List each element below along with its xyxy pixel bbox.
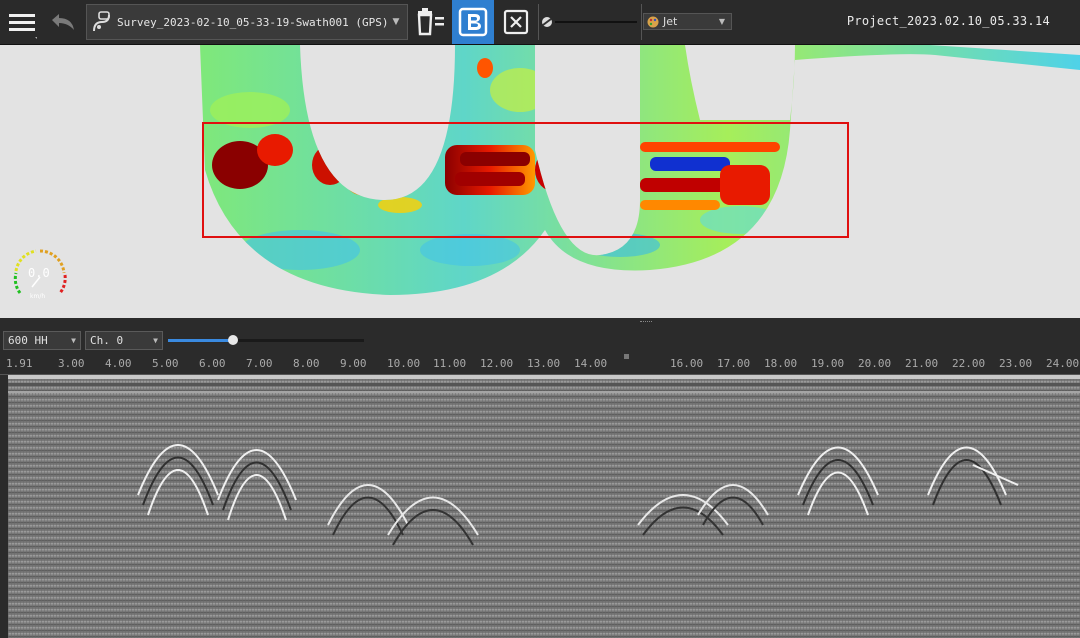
speed-unit: km/h bbox=[30, 293, 46, 300]
chevron-down-icon: ▼ bbox=[718, 17, 725, 26]
ruler-tick-label: 22.00 bbox=[952, 357, 986, 370]
separator bbox=[538, 4, 539, 40]
gain-slider[interactable] bbox=[168, 335, 364, 345]
ruler-tick-label: 19.00 bbox=[811, 357, 845, 370]
b-scan-icon bbox=[458, 7, 488, 37]
ruler-tick-label: 13.00 bbox=[527, 357, 561, 370]
chevron-down-icon: ▼ bbox=[71, 336, 76, 345]
radar-controls: 600 HH ▼ Ch. 0 ▼ bbox=[0, 327, 1080, 353]
distance-ruler: 1.91 3.00 4.00 5.00 6.00 7.00 8.00 9.00 10.00 11.… bbox=[0, 353, 1080, 375]
ruler-tick-label: 7.00 bbox=[246, 357, 273, 370]
ruler-tick-label: 5.00 bbox=[152, 357, 179, 370]
ruler-tick-label: 1.91 bbox=[6, 357, 33, 370]
radargram-image bbox=[8, 375, 1080, 638]
ruler-tick-label: 16.00 bbox=[670, 357, 704, 370]
map-view[interactable]: 0.0 km/h bbox=[0, 45, 1080, 318]
ruler-tick-label: 8.00 bbox=[293, 357, 320, 370]
close-box-icon bbox=[503, 9, 529, 35]
ruler-tick-label: 18.00 bbox=[764, 357, 798, 370]
delete-button[interactable] bbox=[412, 0, 448, 44]
ruler-tick-label: 9.00 bbox=[340, 357, 367, 370]
ruler-tick-label: 3.00 bbox=[58, 357, 85, 370]
survey-name: Survey_2023-02-10_05-33-19-Swath001 (GPS… bbox=[117, 15, 389, 29]
depth-slice-map bbox=[200, 45, 1080, 295]
panel-splitter[interactable] bbox=[0, 318, 1080, 327]
undo-button[interactable] bbox=[44, 0, 82, 44]
close-swath-button[interactable] bbox=[498, 0, 534, 44]
chevron-down-icon: ▼ bbox=[153, 336, 158, 345]
ruler-tick-label: 4.00 bbox=[105, 357, 132, 370]
colormap-selector[interactable]: Jet ▼ bbox=[643, 13, 732, 30]
gain-slider-fill bbox=[168, 339, 233, 342]
ruler-tick-label: 23.00 bbox=[999, 357, 1033, 370]
ruler-tick-label: 6.00 bbox=[199, 357, 226, 370]
ruler-tick-label: 12.00 bbox=[480, 357, 514, 370]
separator bbox=[641, 4, 642, 40]
frequency-label: 600 HH bbox=[8, 334, 48, 347]
chevron-down-icon: ▼ bbox=[392, 17, 400, 27]
speed-value: 0.0 bbox=[28, 266, 50, 280]
contrast-slider[interactable] bbox=[540, 0, 640, 44]
frequency-select[interactable]: 600 HH ▼ bbox=[3, 331, 81, 350]
ruler-tick-label: 10.00 bbox=[387, 357, 421, 370]
toolbar: Survey_2023-02-10_05-33-19-Swath001 (GPS… bbox=[0, 0, 1080, 45]
channel-select[interactable]: Ch. 0 ▼ bbox=[85, 331, 163, 350]
ruler-tick-label: 24.00 bbox=[1046, 357, 1080, 370]
ruler-tick-label: 14.00 bbox=[574, 357, 608, 370]
project-title: Project_2023.02.10_05.33.14 bbox=[846, 14, 1050, 28]
ruler-tick-label: 11.00 bbox=[433, 357, 467, 370]
hamburger-menu-icon bbox=[9, 14, 37, 39]
ruler-tick-label: 20.00 bbox=[858, 357, 892, 370]
channel-label: Ch. 0 bbox=[90, 334, 124, 347]
trash-list-icon bbox=[417, 8, 444, 36]
ruler-tick-label: 21.00 bbox=[905, 357, 939, 370]
ruler-marker[interactable] bbox=[624, 354, 629, 359]
survey-path-icon bbox=[93, 11, 110, 32]
colormap-label: Jet bbox=[663, 15, 678, 28]
undo-icon bbox=[52, 14, 74, 30]
ruler-tick-label: 17.00 bbox=[717, 357, 751, 370]
contrast-slider-track bbox=[542, 17, 637, 27]
radargram-view[interactable] bbox=[8, 375, 1080, 638]
b-mode-button[interactable] bbox=[452, 0, 494, 44]
menu-button[interactable] bbox=[4, 0, 40, 44]
gain-slider-knob[interactable] bbox=[227, 335, 238, 345]
survey-selector[interactable]: Survey_2023-02-10_05-33-19-Swath001 (GPS… bbox=[86, 4, 408, 40]
palette-icon bbox=[647, 16, 659, 27]
